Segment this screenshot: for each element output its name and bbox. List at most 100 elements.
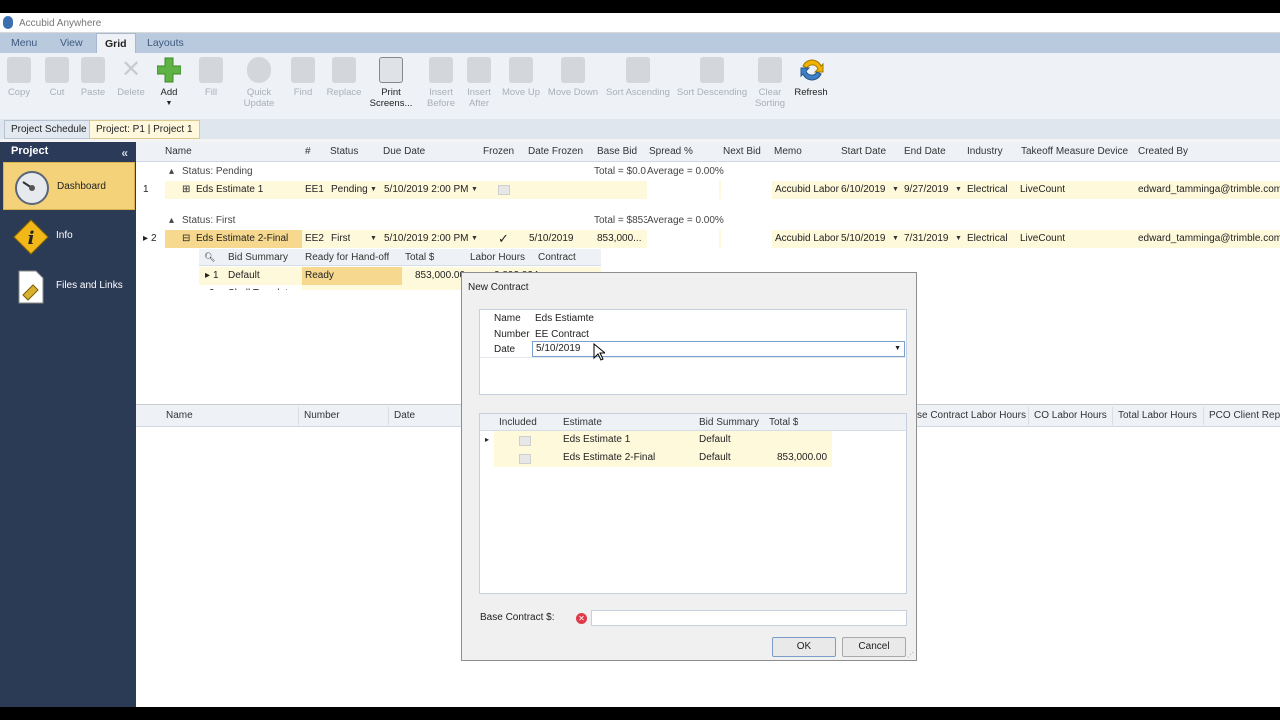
cancel-button[interactable]: Cancel [842,637,906,657]
sidebar-item-dashboard[interactable]: Dashboard [3,162,135,210]
spread-cell[interactable] [647,230,719,248]
cell-end-date[interactable]: 9/27/2019 [901,181,949,198]
table-row[interactable] [494,431,832,449]
col-header-included[interactable]: Included [496,414,537,431]
collapse-icon[interactable]: ⊟ [179,230,190,247]
name-field[interactable]: Eds Estiamte [535,313,905,324]
cell-base-bid[interactable]: 853,000... [594,230,646,247]
contracts-col-co-labor-hours[interactable]: CO Labor Hours [1029,407,1113,425]
cell-number[interactable]: EE1 [302,181,324,198]
due-date-dropdown-icon[interactable]: ▼ [468,230,478,247]
tab-project-schedule[interactable]: Project Schedule [4,120,94,139]
ok-button[interactable]: OK [772,637,836,657]
add-button[interactable]: Add ▼ [154,57,184,109]
cell-estimate[interactable]: Eds Estimate 1 [560,431,630,448]
collapse-sidebar-icon[interactable]: « [121,144,128,163]
cell-total[interactable] [766,431,769,448]
date-dropdown-icon[interactable]: ▼ [894,345,901,352]
sub-col-header-ready[interactable]: Ready for Hand-off [302,249,389,266]
col-header-frozen[interactable]: Frozen [483,146,514,161]
tab-view[interactable]: View [52,33,91,53]
cell-bid-summary[interactable]: Default [696,449,731,466]
delete-button[interactable]: ✕ Delete [114,57,148,99]
col-header-bid-summary[interactable]: Bid Summary [696,414,759,431]
clear-sorting-button[interactable]: Clear Sorting [752,57,788,109]
date-value[interactable]: 5/10/2019 [536,343,581,354]
tab-grid[interactable]: Grid [96,33,136,53]
included-checkbox[interactable] [519,454,531,464]
due-date-dropdown-icon[interactable]: ▼ [468,181,478,198]
col-header-memo[interactable]: Memo [774,146,802,161]
cell-name[interactable]: Eds Estimate 1 [193,181,303,198]
cell-bid-summary[interactable]: Default [225,267,260,284]
cell-industry[interactable]: Electrical [964,230,1008,247]
contracts-col-pco-client-report[interactable]: PCO Client Repor [1204,407,1280,425]
refresh-button[interactable]: Refresh [792,57,830,98]
cell-bid-summary[interactable]: Default [696,431,731,448]
frozen-checkbox[interactable] [498,185,510,195]
print-screens-button[interactable]: Print Screens... [366,57,416,109]
end-date-dropdown-icon[interactable]: ▼ [952,230,962,247]
group-toggle-icon[interactable]: ▴ [166,212,174,229]
cell-due-date[interactable]: 5/10/2019 2:00 PM [381,181,469,198]
contracts-col-total-labor-hours[interactable]: Total Labor Hours [1113,407,1204,425]
insert-after-button[interactable]: Insert After [462,57,496,109]
cell-number[interactable]: EE2 [302,230,324,247]
cut-button[interactable]: Cut [42,57,72,98]
sub-col-header-total[interactable]: Total $ [402,249,434,266]
cell-total[interactable]: 853,000.00 [774,449,827,466]
contracts-col-number[interactable]: Number [299,407,389,425]
cell-name[interactable]: Eds Estimate 2-Final [193,230,303,247]
col-header-next-bid[interactable]: Next Bid [723,146,761,161]
cell-end-date[interactable]: 7/31/2019 [901,230,949,247]
cell-memo[interactable]: Accubid Labor [772,230,839,247]
contracts-col-base-labor-hours[interactable]: se Contract Labor Hours [912,407,1029,425]
cell-total[interactable]: 853,000.00 [412,267,465,284]
col-header-takeoff-device[interactable]: Takeoff Measure Device [1021,146,1128,161]
next-bid-cell[interactable] [721,181,772,199]
sub-col-header-contract[interactable]: Contract [535,249,576,266]
col-header-date-frozen[interactable]: Date Frozen [528,146,583,161]
fill-button[interactable]: Fill [196,57,226,98]
cell-estimate[interactable]: Eds Estimate 2-Final [560,449,655,466]
col-header-industry[interactable]: Industry [967,146,1003,161]
status-dropdown-icon[interactable]: ▼ [367,230,377,247]
find-button[interactable]: Find [288,57,318,98]
col-header-due-date[interactable]: Due Date [383,146,425,161]
insert-before-button[interactable]: Insert Before [424,57,458,109]
resize-grip-icon[interactable]: ⋰ [907,651,914,659]
base-contract-input[interactable] [591,610,907,626]
included-checkbox[interactable] [519,436,531,446]
cell-industry[interactable]: Electrical [964,181,1008,198]
next-bid-cell[interactable] [721,230,772,248]
cell-status[interactable]: Pending [328,181,368,198]
cell-created-by[interactable]: edward_tamminga@trimble.com [1135,181,1280,198]
tab-layouts[interactable]: Layouts [139,33,192,53]
sort-ascending-button[interactable]: Sort Ascending [604,57,672,98]
contracts-col-name[interactable]: Name [161,407,299,425]
quick-update-button[interactable]: Quick Update [236,57,282,109]
sub-col-header-labor-hours[interactable]: Labor Hours [467,249,525,266]
col-header-name[interactable]: Name [165,146,192,161]
group-toggle-icon[interactable]: ▴ [166,163,174,180]
start-date-dropdown-icon[interactable]: ▼ [889,181,899,198]
col-header-spread[interactable]: Spread % [649,146,693,161]
cell-takeoff-device[interactable]: LiveCount [1017,181,1065,198]
end-date-dropdown-icon[interactable]: ▼ [952,181,962,198]
col-header-start-date[interactable]: Start Date [841,146,886,161]
col-header-number[interactable]: # [305,146,311,161]
spread-cell[interactable] [647,181,719,199]
move-down-button[interactable]: Move Down [546,57,600,98]
cell-due-date[interactable]: 5/10/2019 2:00 PM [381,230,469,247]
tab-project-p1[interactable]: Project: P1 | Project 1 [89,120,200,139]
cell-status[interactable]: First [328,230,350,247]
contracts-col-date[interactable]: Date [389,407,469,425]
sort-descending-button[interactable]: Sort Descending [676,57,748,98]
sub-grid-search-icon[interactable]: 🔍︎ [201,249,215,266]
sidebar-item-info[interactable]: i Info [3,212,135,260]
col-header-end-date[interactable]: End Date [904,146,946,161]
col-header-base-bid[interactable]: Base Bid [597,146,637,161]
col-header-total[interactable]: Total $ [766,414,798,431]
expand-icon[interactable]: ⊞ [179,181,190,198]
cell-date-frozen[interactable]: 5/10/2019 [526,230,574,247]
